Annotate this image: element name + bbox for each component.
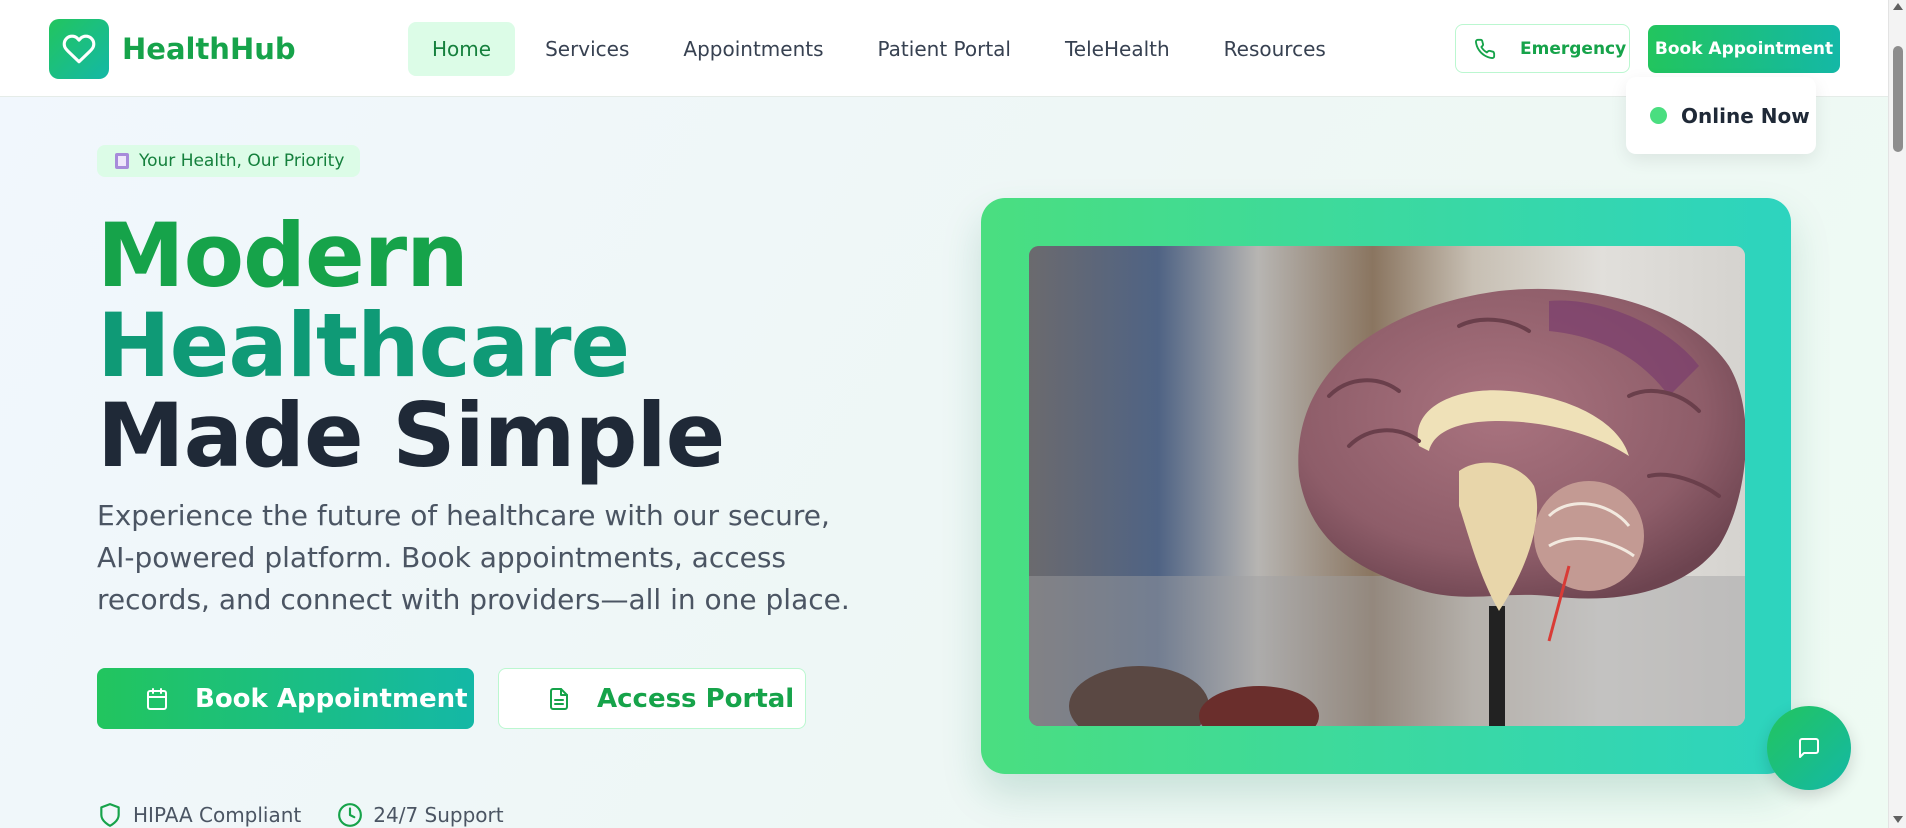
access-portal-label: Access Portal (597, 683, 795, 714)
hero-section: Your Health, Our Priority Modern Healthc… (0, 97, 1888, 828)
badge-hipaa: HIPAA Compliant (97, 802, 301, 828)
online-dot-icon (1650, 107, 1667, 124)
headline-line-3: Made Simple (97, 384, 725, 487)
nav-link-resources[interactable]: Resources (1200, 22, 1350, 76)
badge-hipaa-label: HIPAA Compliant (133, 803, 302, 827)
badge-support: 24/7 Support (337, 802, 504, 828)
nav-link-appointments[interactable]: Appointments (659, 22, 847, 76)
badge-support-label: 24/7 Support (373, 803, 504, 827)
hero-headline: Modern Healthcare Made Simple (97, 204, 725, 487)
access-portal-button[interactable]: Access Portal (498, 668, 806, 729)
nav-link-home[interactable]: Home (408, 22, 516, 76)
scroll-down-arrow-icon[interactable] (1893, 816, 1903, 823)
hospital-icon (115, 153, 129, 169)
heart-icon (49, 19, 109, 79)
trust-badges: HIPAA Compliant 24/7 Support (97, 802, 540, 828)
headline-line-1: Modern (97, 204, 469, 307)
chat-button[interactable] (1767, 706, 1851, 790)
nav-links: Home Services Appointments Patient Porta… (408, 22, 1356, 76)
brain-model-photo (1029, 246, 1745, 726)
nav-link-services[interactable]: Services (521, 22, 653, 76)
book-appointment-button[interactable]: Book Appointment (97, 668, 474, 729)
chat-icon (1799, 738, 1819, 758)
nav-link-patient-portal[interactable]: Patient Portal (854, 22, 1035, 76)
top-navigation: HealthHub Home Services Appointments Pat… (0, 0, 1888, 97)
brain-model-illustration (1029, 246, 1745, 726)
book-appointment-nav-button[interactable]: Book Appointment (1648, 25, 1840, 73)
scrollbar-thumb[interactable] (1893, 46, 1903, 152)
online-status-label: Online Now (1681, 103, 1810, 128)
calendar-icon (147, 687, 167, 710)
book-appointment-label: Book Appointment (195, 683, 468, 714)
phone-icon (1475, 38, 1496, 59)
brand-logo[interactable]: HealthHub (49, 19, 296, 79)
shield-icon (100, 803, 120, 827)
hero-image-frame (981, 198, 1791, 774)
tagline-text: Your Health, Our Priority (139, 151, 345, 171)
emergency-button[interactable]: Emergency (1455, 24, 1630, 73)
page-scrollbar[interactable] (1888, 0, 1906, 828)
nav-link-telehealth[interactable]: TeleHealth (1041, 22, 1194, 76)
brand-name: HealthHub (122, 32, 296, 66)
clock-icon (338, 803, 363, 827)
document-icon (550, 687, 568, 710)
online-status-card: Online Now (1626, 77, 1816, 154)
headline-line-2: Healthcare (97, 294, 630, 397)
tagline-badge: Your Health, Our Priority (97, 145, 361, 177)
emergency-label: Emergency (1520, 38, 1627, 59)
hero-description: Experience the future of healthcare with… (97, 499, 850, 616)
scroll-up-arrow-icon[interactable] (1893, 3, 1903, 10)
